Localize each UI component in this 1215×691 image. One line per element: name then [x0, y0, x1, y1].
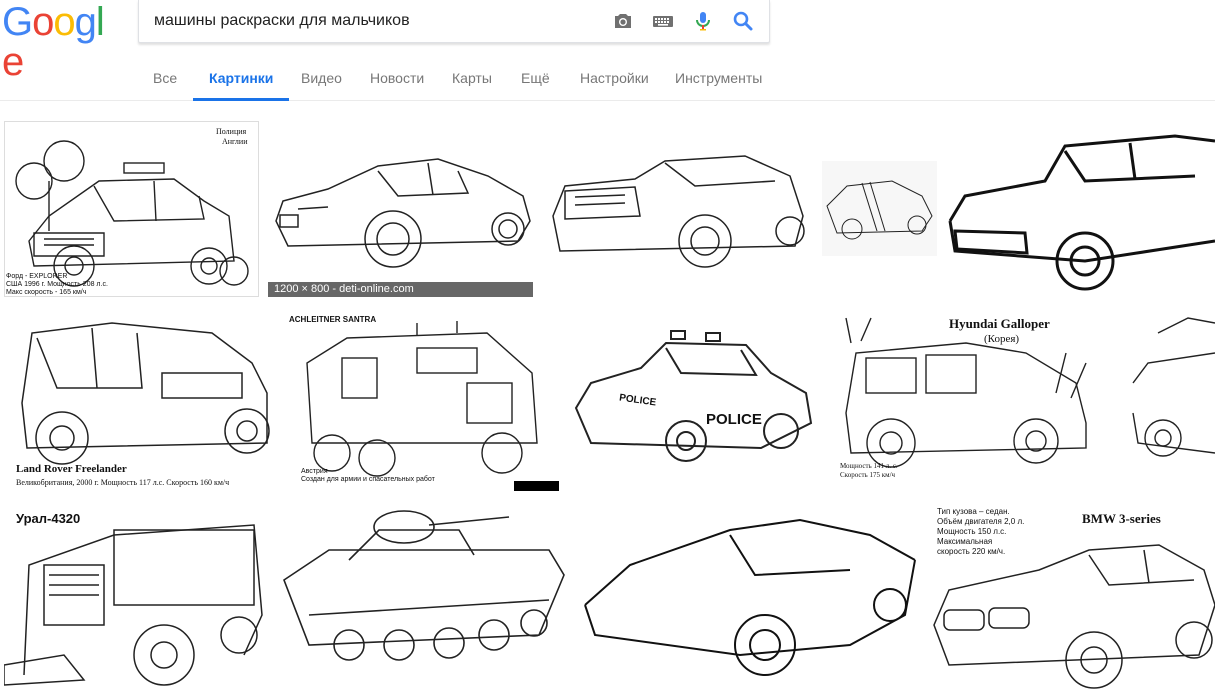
image-result[interactable]: Hyundai Galloper (Корея) Мощность 141 л.…: [836, 313, 1106, 491]
image-label: скорость 220 км/ч.: [937, 547, 1006, 556]
logo-letter: e: [2, 40, 24, 84]
image-result[interactable]: [545, 121, 810, 297]
image-result[interactable]: ACHLEITNER SANTRA Австрия Создан для арм…: [287, 313, 561, 491]
image-result[interactable]: Тип кузова – седан. Объём двигателя 2,0 …: [929, 505, 1215, 691]
image-label: Объём двигателя 2,0 л.: [937, 517, 1025, 526]
logo-letter: o: [32, 0, 54, 44]
image-result[interactable]: Land Rover Freelander Великобритания, 20…: [12, 313, 274, 491]
tab-images[interactable]: Картинки: [193, 56, 290, 101]
image-caption: 1200 × 800 - deti-online.com: [268, 282, 533, 297]
image-label: Форд - EXPLORER: [6, 273, 68, 280]
image-result[interactable]: [945, 121, 1215, 297]
image-result[interactable]: Урал-4320: [4, 505, 266, 691]
convertible-drawing: [552, 155, 805, 268]
image-label: Land Rover Freelander: [16, 463, 127, 475]
image-label: Великобритания, 2000 г. Мощность 117 л.с…: [16, 478, 230, 487]
logo-letter: g: [74, 0, 97, 44]
camera-icon[interactable]: [611, 9, 635, 33]
image-label: Мощность 141 л. с.: [840, 462, 898, 470]
logo-letter: l: [95, 0, 105, 44]
google-logo[interactable]: Googl e: [2, 0, 122, 82]
image-label: POLICE: [706, 411, 762, 428]
image-result[interactable]: [580, 505, 920, 691]
supercar-drawing: [1132, 317, 1215, 457]
image-label: Австрия: [301, 468, 328, 475]
image-label: США 1996 г. Мощность 208 л.с.: [6, 281, 108, 288]
coupe-drawing: [275, 158, 531, 268]
image-result[interactable]: [822, 161, 937, 256]
tab-more[interactable]: Ещё: [521, 56, 550, 101]
sports-car-drawing: [822, 161, 937, 256]
search-input[interactable]: [154, 0, 594, 42]
search-icon[interactable]: [731, 9, 755, 33]
image-label: (Корея): [984, 333, 1020, 345]
police-car-drawing: [4, 121, 259, 297]
image-result[interactable]: Полиция Англии Форд - EXPLORER США 1996 …: [4, 121, 259, 297]
cartoon-police-car-drawing: [574, 330, 813, 462]
image-label: Макс скорость - 165 км/ч: [6, 289, 87, 296]
image-result[interactable]: POLICE POLICE: [571, 313, 813, 491]
logo-letter: G: [2, 0, 33, 44]
image-label: Hyundai Galloper: [949, 316, 1050, 331]
image-label: Урал-4320: [16, 511, 81, 526]
image-label: BMW 3-series: [1082, 511, 1161, 526]
logo-letter: o: [53, 0, 75, 44]
image-label: Мощность 150 л.с.: [937, 527, 1007, 536]
image-label: Англии: [222, 137, 248, 146]
image-label: Максимальная: [937, 537, 993, 546]
armored-truck-drawing: [306, 321, 559, 491]
tab-settings[interactable]: Настройки: [580, 56, 649, 101]
ural-truck-drawing: [4, 524, 263, 686]
image-label: Скорость 175 км/ч: [840, 471, 896, 479]
tab-all[interactable]: Все: [153, 56, 177, 101]
image-label: Тип кузова – седан.: [937, 507, 1010, 516]
image-label: Создан для армии и спасательных работ: [301, 476, 435, 483]
image-result[interactable]: [1128, 313, 1215, 491]
ferrari-drawing: [584, 518, 916, 676]
keyboard-icon[interactable]: [651, 9, 675, 33]
tab-maps[interactable]: Карты: [452, 56, 492, 101]
tab-video[interactable]: Видео: [301, 56, 342, 101]
image-result[interactable]: [279, 505, 571, 691]
image-label: Полиция: [216, 127, 247, 136]
image-label: ACHLEITNER SANTRA: [289, 315, 377, 324]
tab-news[interactable]: Новости: [370, 56, 424, 101]
search-box: [138, 0, 770, 43]
header: Google Все Картинки Видео Новости Карты …: [0, 0, 1215, 101]
classic-car-drawing: [948, 134, 1215, 291]
image-results-grid: Полиция Англии Форд - EXPLORER США 1996 …: [0, 101, 1215, 691]
tab-tools[interactable]: Инструменты: [675, 56, 762, 101]
tank-drawing: [283, 510, 565, 661]
microphone-icon[interactable]: [691, 9, 715, 33]
image-result[interactable]: 1200 × 800 - deti-online.com: [268, 121, 535, 297]
